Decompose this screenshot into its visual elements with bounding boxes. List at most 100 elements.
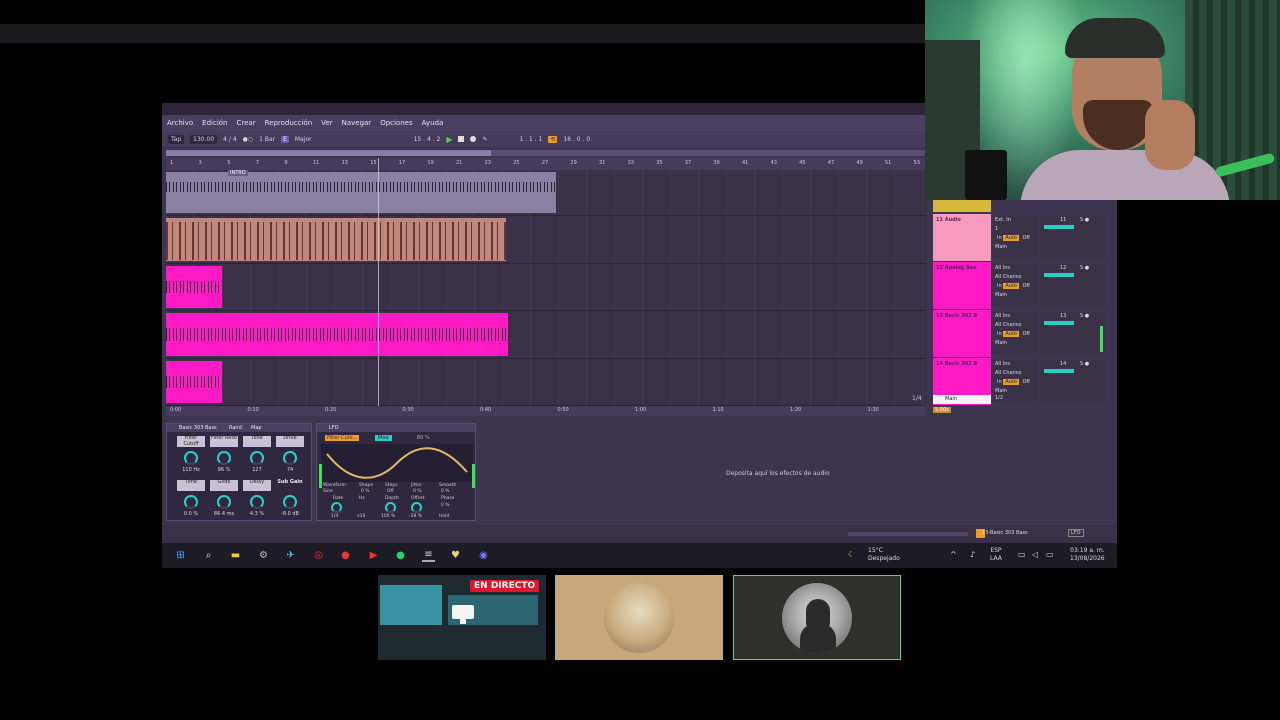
macro-drive[interactable]: Drive 74 xyxy=(276,435,304,476)
arrangement-position[interactable]: 15 . 4 . 2 xyxy=(414,136,441,143)
selected-device-name[interactable]: LFO xyxy=(1068,529,1084,537)
track-name[interactable]: 14 Basic 303 B xyxy=(936,361,977,367)
windows-start-icon[interactable]: ⊞ xyxy=(174,549,187,562)
zoom-fraction[interactable]: 1/4 xyxy=(912,395,922,402)
overview-viewbox[interactable] xyxy=(166,150,491,156)
clip-audio[interactable] xyxy=(166,218,506,261)
file-explorer-icon[interactable]: ▬ xyxy=(229,549,242,562)
tempo-chip[interactable]: 5.00s xyxy=(933,407,951,413)
settings-icon[interactable]: ⚙ xyxy=(257,549,270,562)
spotify-icon[interactable]: ● xyxy=(394,549,407,562)
lane-analog-bass[interactable] xyxy=(166,264,926,311)
weather-widget[interactable]: 15°C Despejado xyxy=(868,547,900,563)
time-ruler[interactable]: 0:00 0:10 0:20 0:30 0:40 0:50 1:00 1:10 1:20 1:30 xyxy=(166,406,926,416)
macro-sub-gain[interactable]: Sub Gain -8.0 dB xyxy=(276,479,304,520)
input-channel[interactable]: 1 xyxy=(993,225,1037,234)
stop-icon[interactable] xyxy=(458,136,465,142)
track-mixer[interactable]: 13 S ● xyxy=(1040,312,1105,354)
menu-edicion[interactable]: Edición xyxy=(202,119,227,127)
rand-button[interactable]: Rand xyxy=(229,424,242,432)
signature-field[interactable]: 4 / 4 xyxy=(223,136,236,143)
macro-glide[interactable]: Glide 86.4 ms xyxy=(210,479,238,520)
clip-analog-bass[interactable] xyxy=(166,266,222,308)
main-track[interactable]: Main 1/2 xyxy=(933,395,1109,405)
menu-navegar[interactable]: Navegar xyxy=(342,119,372,127)
participant-tile-live[interactable]: EN DIRECTO xyxy=(378,575,546,660)
beat-ruler[interactable]: 1 3 5 7 9 11 13 15 17 19 21 23 25 27 29 31 33 35 37 39 41 43 4… xyxy=(166,158,926,170)
output[interactable]: Main xyxy=(993,291,1037,300)
record-icon[interactable] xyxy=(470,136,477,142)
track-mixer[interactable]: 12 S ● xyxy=(1040,264,1105,306)
input-type[interactable]: All Ins xyxy=(993,360,1037,369)
track-12[interactable]: 12 Analog Bas All Ins All Channs In Auto… xyxy=(933,262,1109,309)
macro-time[interactable]: Time 0.0 % xyxy=(177,479,205,520)
clip-basic-303-a[interactable] xyxy=(166,313,508,356)
monitor[interactable]: In Auto Off xyxy=(993,330,1037,339)
youtube-icon[interactable]: ▶ xyxy=(367,549,380,562)
clip-gray[interactable] xyxy=(166,172,556,213)
monitor[interactable]: In Auto Off xyxy=(993,378,1037,387)
playhead[interactable] xyxy=(378,158,379,408)
opera-icon[interactable]: ◎ xyxy=(312,549,325,562)
lfo-map-target[interactable]: Filter Cuto... xyxy=(325,435,360,441)
shape-value[interactable]: 0 % xyxy=(361,489,370,494)
selected-track-name[interactable]: 13-Basic 303 Bass xyxy=(982,530,1028,536)
smooth-value[interactable]: 0 % xyxy=(441,489,450,494)
main-label[interactable]: Main xyxy=(933,395,991,404)
menu-opciones[interactable]: Opciones xyxy=(380,119,412,127)
participant-tile-2[interactable] xyxy=(555,575,723,660)
monitor[interactable]: In Auto Off xyxy=(993,234,1037,243)
drop-effects-hint[interactable]: Deposita aquí los efectos de audio xyxy=(726,470,830,477)
locator-intro[interactable]: INTRO xyxy=(228,170,248,176)
horizontal-scrollbar[interactable] xyxy=(848,532,968,536)
clock[interactable]: 03:19 a. m. 13/08/2026 xyxy=(1070,547,1105,563)
lfo-title[interactable]: LFO xyxy=(317,424,475,432)
track-11[interactable]: 11 Audio Ext. In 1 In Auto Off Main 11 S … xyxy=(933,214,1109,261)
quantize-field[interactable]: 1 Bar xyxy=(259,136,275,143)
menu-archivo[interactable]: Archivo xyxy=(167,119,193,127)
volume-icon[interactable]: ◁ xyxy=(1032,550,1038,559)
draw-icon[interactable]: ✎ xyxy=(482,136,487,143)
output[interactable]: Main xyxy=(993,339,1037,348)
discord-icon[interactable]: ◉ xyxy=(477,549,490,562)
rate-knob-icon[interactable] xyxy=(331,502,342,513)
map-button[interactable]: Map xyxy=(251,424,262,432)
waveform-select[interactable]: Sine xyxy=(323,489,333,494)
input-type[interactable]: All Ins xyxy=(993,312,1037,321)
ableton-live-icon[interactable]: ≡ xyxy=(422,549,435,562)
network-icon[interactable]: ▭ xyxy=(1018,550,1026,559)
offset-knob-icon[interactable] xyxy=(411,502,422,513)
microphone-icon[interactable]: ♪ xyxy=(970,550,975,559)
lfo-mod-button[interactable]: Mod xyxy=(375,435,392,441)
macro-filter-reso[interactable]: Filter Reso 96 % xyxy=(210,435,238,476)
hold-button[interactable]: Hold xyxy=(439,514,449,519)
lane-audio[interactable] xyxy=(166,216,926,264)
lane-gray[interactable]: INTRO xyxy=(166,170,926,216)
jitter-value[interactable]: 0 % xyxy=(413,489,422,494)
language-indicator[interactable]: ESP LAA xyxy=(990,547,1002,563)
macro-filter-cutoff[interactable]: Filter Cutoff 110 Hz xyxy=(177,435,205,476)
app-heart-icon[interactable]: ♥ xyxy=(449,549,462,562)
menu-ayuda[interactable]: Ayuda xyxy=(422,119,444,127)
loop-icon[interactable]: ⟲ xyxy=(548,135,558,143)
menu-reproduccion[interactable]: Reproducción xyxy=(265,119,313,127)
overview-strip[interactable] xyxy=(166,150,926,156)
track-name[interactable]: 11 Audio xyxy=(936,217,961,223)
lfo-device[interactable]: LFO Filter Cuto... Mod 80 % Waveform Sha… xyxy=(316,423,476,521)
battery-icon[interactable]: ▭ xyxy=(1046,550,1054,559)
monitor[interactable]: In Auto Off xyxy=(993,282,1037,291)
chevron-up-icon[interactable]: ^ xyxy=(950,550,957,559)
lfo-amount[interactable]: 80 % xyxy=(417,435,430,441)
main-output[interactable]: 1/2 xyxy=(995,395,1003,401)
track-name[interactable]: 13 Basic 303 B xyxy=(936,313,977,319)
menu-crear[interactable]: Crear xyxy=(237,119,256,127)
scale-field[interactable]: Major xyxy=(295,136,312,143)
search-icon[interactable]: ⌕ xyxy=(202,549,215,562)
track-name[interactable]: 12 Analog Bas xyxy=(936,265,976,271)
loop-start[interactable]: 1 . 1 . 1 xyxy=(520,136,543,143)
participant-tile-3[interactable] xyxy=(733,575,901,660)
input-channel[interactable]: All Channs xyxy=(993,273,1037,282)
input-type[interactable]: Ext. In xyxy=(993,216,1037,225)
key-field[interactable]: E xyxy=(281,135,289,143)
metronome-icon[interactable]: ●○ xyxy=(243,136,253,143)
